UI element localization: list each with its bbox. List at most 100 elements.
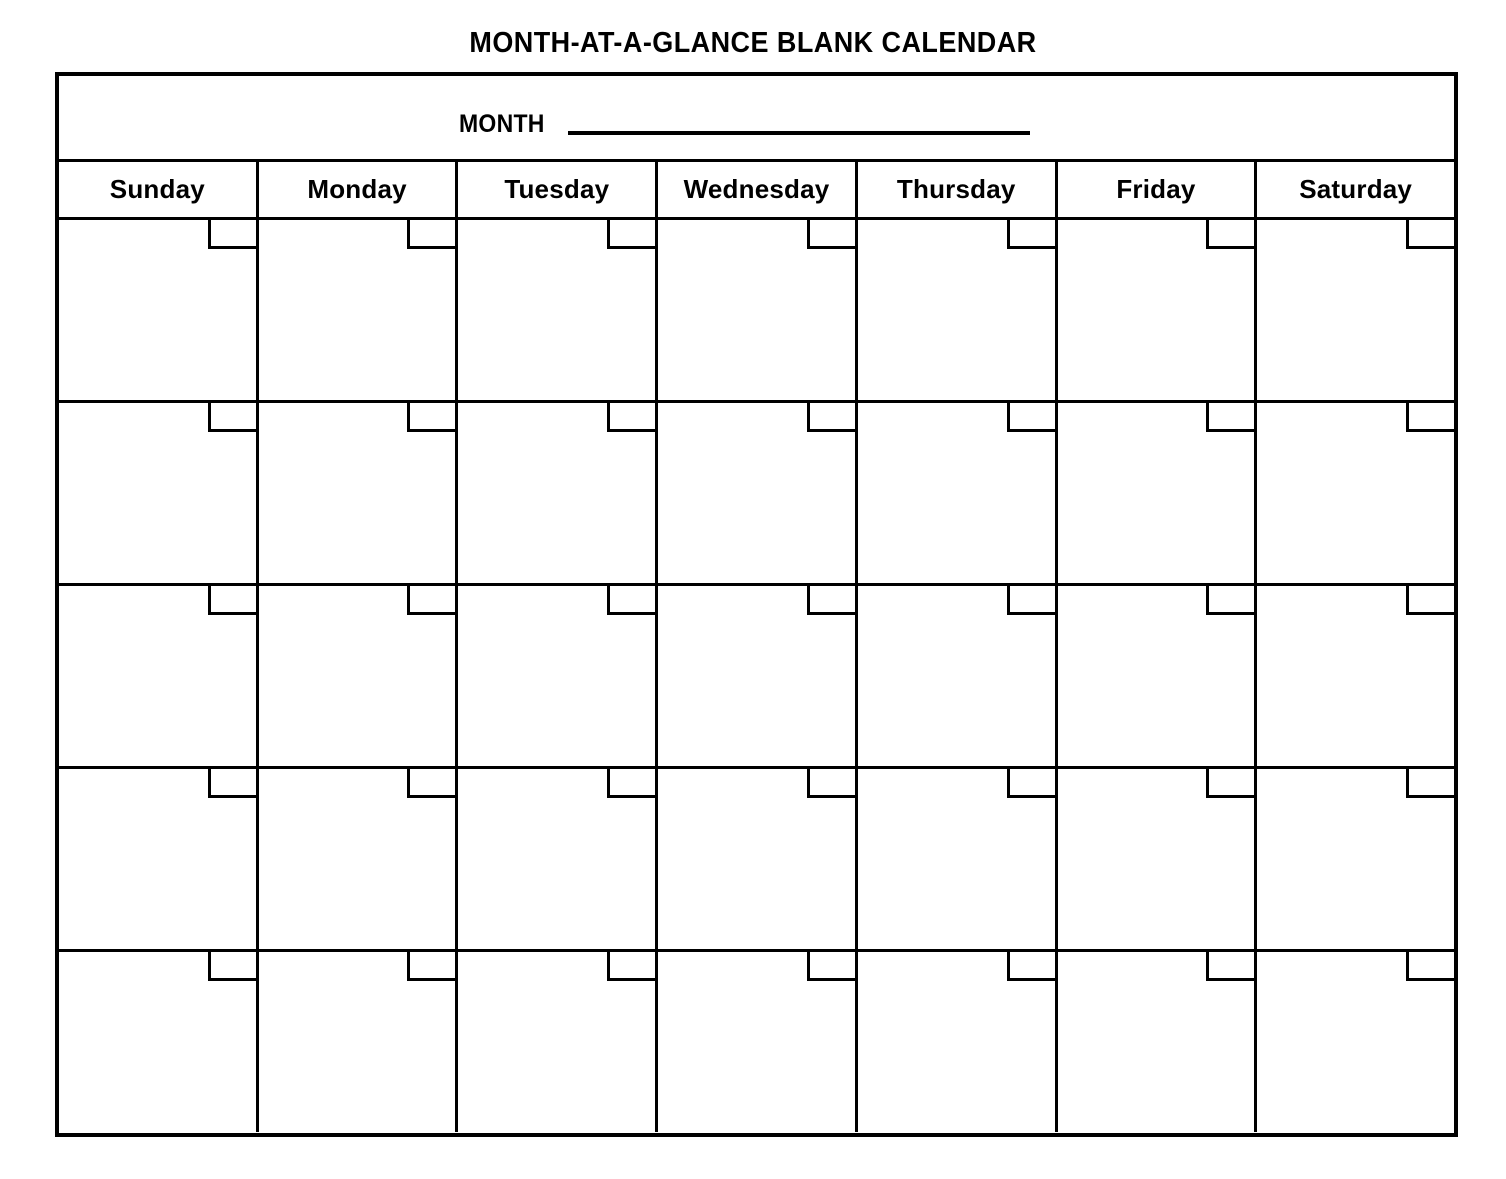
date-number-box[interactable] [1006,403,1055,432]
date-number-box[interactable] [407,586,456,615]
calendar-frame: MONTH Sunday Monday Tuesday Wednesday Th… [55,72,1458,1137]
day-cell[interactable] [1257,952,1455,1132]
date-number [410,586,455,612]
date-number [410,220,455,246]
date-number-box[interactable] [1206,586,1255,615]
date-number [1209,586,1254,612]
day-cell[interactable] [1057,403,1258,583]
date-number-box[interactable] [1006,586,1055,615]
day-cell[interactable] [258,952,459,1132]
date-number-box[interactable] [207,952,256,981]
date-number [1209,403,1254,429]
day-cell[interactable] [59,952,259,1132]
day-cell[interactable] [59,220,259,400]
month-label: MONTH [459,110,545,138]
weekday-header-row: Sunday Monday Tuesday Wednesday Thursday… [59,162,1454,220]
day-cell[interactable] [458,952,659,1132]
day-cell[interactable] [857,586,1058,766]
date-number-box[interactable] [207,220,256,249]
day-cell[interactable] [59,403,259,583]
day-cell[interactable] [1057,952,1258,1132]
day-cell[interactable] [258,769,459,949]
day-cell[interactable] [658,769,858,949]
day-cell[interactable] [1057,220,1258,400]
day-cell[interactable] [1057,769,1258,949]
date-number-box[interactable] [407,403,456,432]
date-number [211,769,256,795]
date-number [211,403,256,429]
weekday-header-saturday: Saturday [1257,162,1454,217]
date-number-box[interactable] [207,586,256,615]
date-number-box[interactable] [1406,586,1455,615]
day-cell[interactable] [857,220,1058,400]
weekday-header-wednesday: Wednesday [658,162,858,217]
day-cell[interactable] [59,769,259,949]
day-cell[interactable] [1057,586,1258,766]
day-cell[interactable] [458,220,659,400]
date-number-box[interactable] [1406,220,1455,249]
weekday-label: Sunday [109,174,205,204]
date-number-box[interactable] [1006,952,1055,981]
day-cell[interactable] [59,586,259,766]
weekday-label: Tuesday [504,174,610,204]
date-number [810,769,855,795]
weekday-label: Saturday [1299,174,1413,204]
date-number-box[interactable] [806,403,855,432]
day-cell[interactable] [1257,403,1455,583]
date-number [1010,220,1055,246]
date-number-box[interactable] [607,403,656,432]
date-number-box[interactable] [1406,769,1455,798]
date-number-box[interactable] [1006,769,1055,798]
page-title: MONTH-AT-A-GLANCE BLANK CALENDAR [469,27,1037,59]
day-cell[interactable] [458,403,659,583]
date-number [211,220,256,246]
day-cell[interactable] [458,586,659,766]
month-write-in-line[interactable] [568,131,1031,135]
date-number-box[interactable] [1206,769,1255,798]
date-number-box[interactable] [407,952,456,981]
month-band: MONTH [59,76,1454,162]
day-cell[interactable] [857,403,1058,583]
date-number-box[interactable] [207,403,256,432]
date-number-box[interactable] [806,769,855,798]
date-number-box[interactable] [1006,220,1055,249]
day-cell[interactable] [1257,586,1455,766]
date-number-box[interactable] [607,769,656,798]
weekday-label: Thursday [896,174,1016,204]
day-cell[interactable] [1257,220,1455,400]
date-number [810,403,855,429]
date-number [1209,952,1254,978]
day-cell[interactable] [258,403,459,583]
day-cell[interactable] [658,220,858,400]
week-row [59,403,1455,586]
date-number-box[interactable] [1206,403,1255,432]
date-number [211,952,256,978]
date-number-box[interactable] [1406,403,1455,432]
weekday-label: Wednesday [683,174,830,204]
day-cell[interactable] [857,952,1058,1132]
date-number [810,220,855,246]
day-cell[interactable] [258,586,459,766]
date-number-box[interactable] [1406,952,1455,981]
date-number-box[interactable] [806,586,855,615]
date-number-box[interactable] [407,769,456,798]
date-number-box[interactable] [1206,952,1255,981]
date-number-box[interactable] [407,220,456,249]
day-cell[interactable] [658,403,858,583]
day-cell[interactable] [258,220,459,400]
week-row [59,586,1455,769]
day-cell[interactable] [658,952,858,1132]
date-number-box[interactable] [607,220,656,249]
date-number-box[interactable] [207,769,256,798]
day-cell[interactable] [1257,769,1455,949]
date-number-box[interactable] [607,952,656,981]
date-number [810,952,855,978]
day-cell[interactable] [658,586,858,766]
date-number-box[interactable] [1206,220,1255,249]
day-cell[interactable] [857,769,1058,949]
day-cell[interactable] [458,769,659,949]
date-number-box[interactable] [806,952,855,981]
date-number [610,586,655,612]
date-number-box[interactable] [607,586,656,615]
date-number-box[interactable] [806,220,855,249]
